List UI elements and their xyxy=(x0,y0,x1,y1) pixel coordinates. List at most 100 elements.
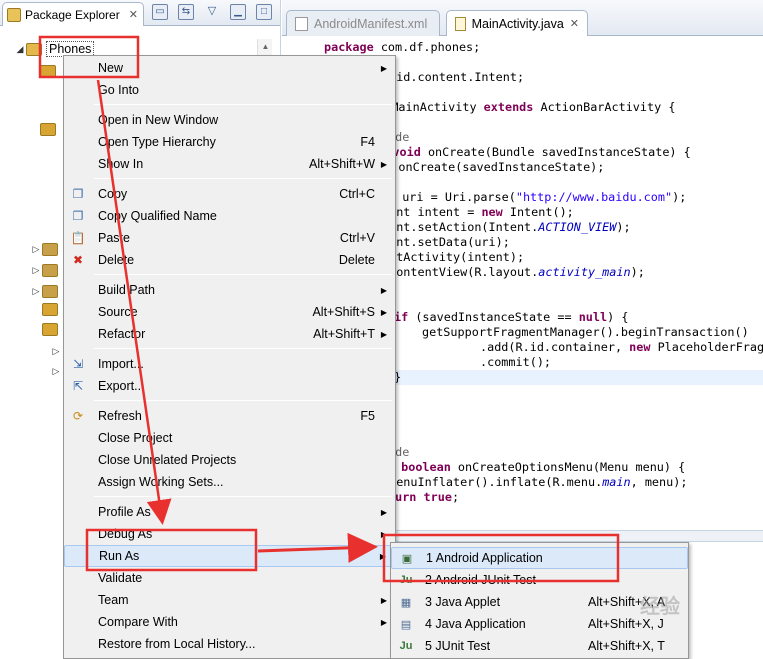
menu-item-import[interactable]: ⇲ Import... xyxy=(64,353,395,375)
menu-separator xyxy=(94,400,392,401)
menu-item-delete[interactable]: ✖ Delete Delete xyxy=(64,249,395,271)
menu-item-restore-from-local-history[interactable]: Restore from Local History... xyxy=(64,633,395,655)
menu-separator xyxy=(94,104,392,105)
menu-item-shortcut: Alt+Shift+T xyxy=(313,327,375,341)
package-explorer-toolbar: ▭ ⇆ ▽ ▁ □ xyxy=(152,4,272,20)
menu-item-label: Close Unrelated Projects xyxy=(98,453,237,467)
xml-file-icon xyxy=(295,16,308,31)
code-line: getSupportFragmentManager().beginTransac… xyxy=(422,325,749,339)
tab-label: AndroidManifest.xml xyxy=(314,16,428,31)
menu-item-label: Paste xyxy=(98,231,130,245)
tab-main-activity[interactable]: MainActivity.java ✕ xyxy=(446,10,588,36)
menu-item-copy[interactable]: ❐ Copy Ctrl+C xyxy=(64,183,395,205)
menu-item-build-path[interactable]: Build Path ▶ xyxy=(64,279,395,301)
expand-toggle-icon[interactable]: ◢ xyxy=(14,44,26,55)
menu-item-paste[interactable]: 📋 Paste Ctrl+V xyxy=(64,227,395,249)
code-line: if (savedInstanceState == null) { xyxy=(394,310,629,324)
maximize-icon[interactable]: □ xyxy=(256,4,272,20)
menu-item-shortcut: F5 xyxy=(360,409,375,423)
close-icon[interactable]: ✕ xyxy=(570,17,579,30)
menu-item-close-project[interactable]: Close Project xyxy=(64,427,395,449)
code-line: ted void onCreate(Bundle savedInstanceSt… xyxy=(364,145,691,159)
menu-item-label: New xyxy=(98,61,124,75)
package-explorer-tab[interactable]: Package Explorer ✕ xyxy=(2,2,144,26)
menu-item-source[interactable]: Source Alt+Shift+S ▶ xyxy=(64,301,395,323)
menu-item-run-as[interactable]: Run As ▶ xyxy=(64,545,395,567)
menu-item-close-unrelated-projects[interactable]: Close Unrelated Projects xyxy=(64,449,395,471)
tree-item[interactable] xyxy=(42,300,58,318)
menu-item-label: Build Path xyxy=(98,283,155,297)
menu-item-label: Run As xyxy=(99,549,140,563)
expand-toggle-icon[interactable]: ▷ xyxy=(50,346,62,357)
menu-item-label: Copy Qualified Name xyxy=(98,209,217,223)
menu-item-label: Import... xyxy=(98,357,144,371)
menu-item-debug-as[interactable]: Debug As ▶ xyxy=(64,523,395,545)
expand-toggle-icon[interactable]: ▷ xyxy=(30,265,42,276)
submenu-arrow-icon: ▶ xyxy=(380,63,387,73)
android-app-icon: ▣ xyxy=(401,552,413,565)
scroll-up-icon[interactable]: ▲ xyxy=(258,39,273,54)
menu-item-compare-with[interactable]: Compare With ▶ xyxy=(64,611,395,633)
view-menu-icon[interactable]: ▽ xyxy=(204,4,220,20)
menu-item-refactor[interactable]: Refactor Alt+Shift+T ▶ xyxy=(64,323,395,345)
copy-icon: ❐ xyxy=(72,209,84,223)
menu-item-shortcut: Ctrl+V xyxy=(339,231,375,245)
folder-icon xyxy=(42,302,58,316)
menu-item-open-in-new-window[interactable]: Open in New Window xyxy=(64,109,395,131)
library-icon xyxy=(42,242,58,256)
junit-icon: Ju xyxy=(399,640,413,652)
import-icon: ⇲ xyxy=(72,357,84,371)
expand-toggle-icon[interactable]: ▷ xyxy=(30,286,42,297)
submenu-item-shortcut: Alt+Shift+X, J xyxy=(588,617,664,631)
library-icon xyxy=(42,263,58,277)
tree-item[interactable]: ▷ xyxy=(30,240,58,258)
menu-item-open-type-hierarchy[interactable]: Open Type Hierarchy F4 xyxy=(64,131,395,153)
menu-item-assign-working-sets[interactable]: Assign Working Sets... xyxy=(64,471,395,493)
menu-separator xyxy=(94,178,392,179)
code-line: turn true; xyxy=(388,490,460,504)
submenu-arrow-icon: ▶ xyxy=(380,159,387,169)
menu-item-show-in[interactable]: Show In Alt+Shift+W ▶ xyxy=(64,153,395,175)
submenu-item-label: 5 JUnit Test xyxy=(425,639,491,653)
minimize-icon[interactable]: ▁ xyxy=(230,4,246,20)
android-project-icon xyxy=(26,42,42,56)
submenu-item-label: 2 Android JUnit Test xyxy=(425,573,536,587)
submenu-item-2-android-junit-test[interactable]: Ju 2 Android JUnit Test xyxy=(391,569,688,591)
code-line: roid.content.Intent; xyxy=(382,70,525,84)
submenu-item-label: 4 Java Application xyxy=(425,617,526,631)
tree-item[interactable] xyxy=(40,120,56,138)
menu-item-export[interactable]: ⇱ Export... xyxy=(64,375,395,397)
tree-item[interactable]: ▷ xyxy=(30,282,58,300)
collapse-all-icon[interactable]: ▭ xyxy=(152,4,168,20)
submenu-item-1-android-application[interactable]: ▣ 1 Android Application xyxy=(391,547,688,569)
tree-item[interactable]: ▷ xyxy=(30,261,58,279)
code-line: .add(R.id.container, new PlaceholderFrag… xyxy=(480,340,763,354)
code-line: tent.setAction(Intent.ACTION_VIEW); xyxy=(382,220,631,234)
menu-item-label: Restore from Local History... xyxy=(98,637,256,651)
expand-toggle-icon[interactable]: ▷ xyxy=(30,244,42,255)
refresh-icon: ⟳ xyxy=(72,409,84,423)
menu-item-go-into[interactable]: Go Into xyxy=(64,79,395,101)
close-icon[interactable]: ✕ xyxy=(129,8,138,21)
tree-item[interactable] xyxy=(42,320,58,338)
code-line: .commit(); xyxy=(480,355,552,369)
code-line: i uri = Uri.parse("http://www.baidu.com"… xyxy=(388,190,687,204)
expand-toggle-icon[interactable]: ▷ xyxy=(50,366,62,377)
tab-android-manifest[interactable]: AndroidManifest.xml xyxy=(286,10,440,36)
code-line: tent intent = new Intent(); xyxy=(382,205,574,219)
menu-item-profile-as[interactable]: Profile As ▶ xyxy=(64,501,395,523)
tree-item[interactable]: ▷ xyxy=(50,342,62,360)
menu-item-refresh[interactable]: ⟳ Refresh F5 xyxy=(64,405,395,427)
java-file-icon xyxy=(455,16,466,31)
menu-item-team[interactable]: Team ▶ xyxy=(64,589,395,611)
link-with-editor-icon[interactable]: ⇆ xyxy=(178,4,194,20)
library-icon xyxy=(42,284,58,298)
menu-item-new[interactable]: New ▶ xyxy=(64,57,395,79)
tree-item[interactable] xyxy=(40,62,56,80)
menu-item-copy-qualified-name[interactable]: ❐ Copy Qualified Name xyxy=(64,205,395,227)
code-line: per.onCreate(savedInstanceState); xyxy=(370,160,605,174)
tree-item[interactable]: ▷ xyxy=(50,362,62,380)
submenu-item-5-junit-test[interactable]: Ju 5 JUnit Test Alt+Shift+X, T xyxy=(391,635,688,657)
watermark: 经验 xyxy=(640,596,680,618)
menu-item-validate[interactable]: Validate xyxy=(64,567,395,589)
